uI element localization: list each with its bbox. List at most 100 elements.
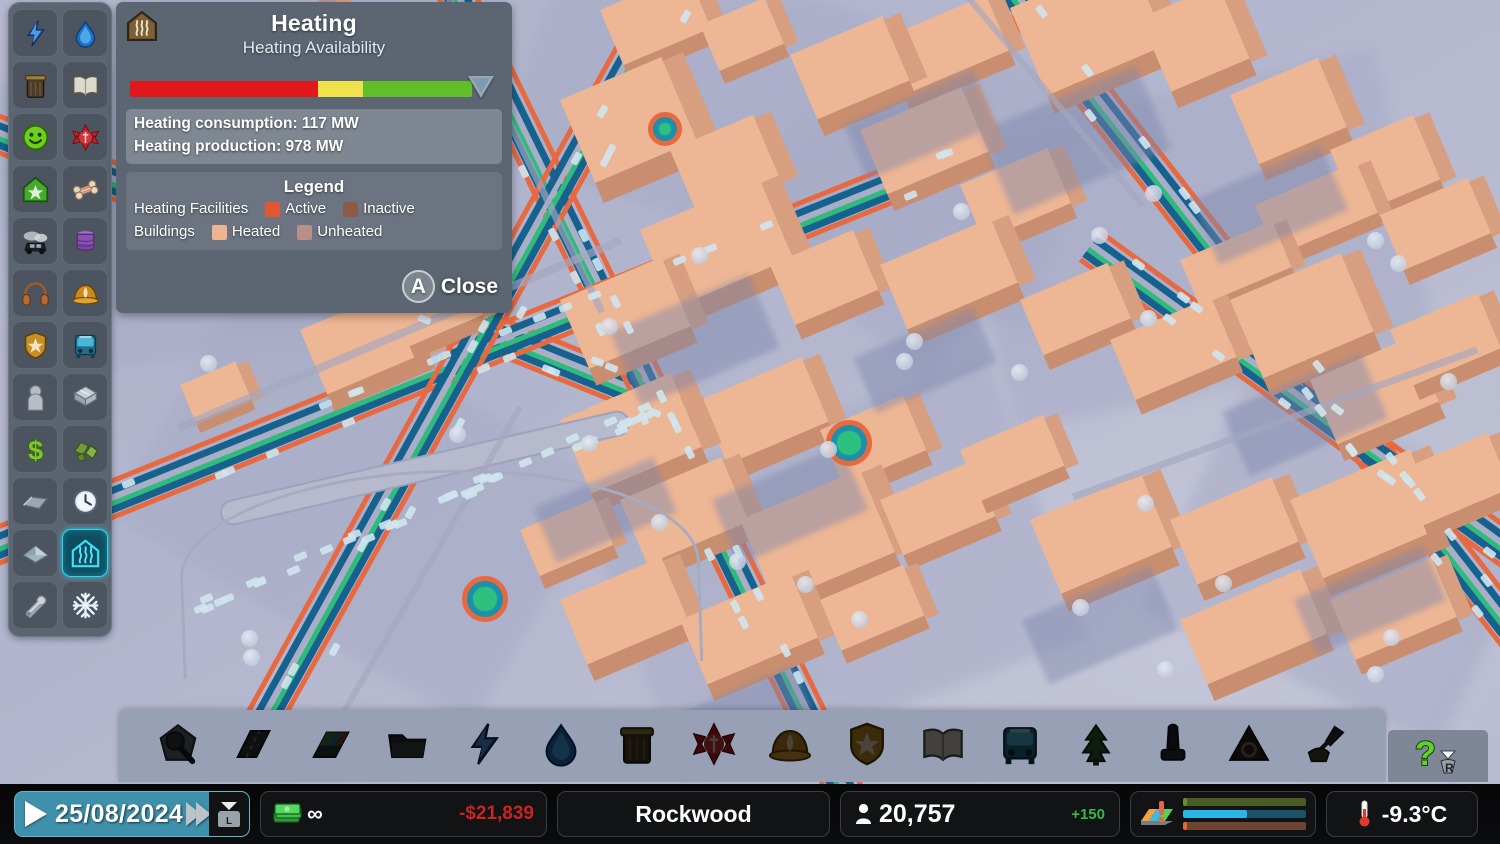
open-book-icon [920,721,966,772]
heating-house-icon [71,539,100,568]
map-tree [449,426,466,443]
infoview-button-terrain[interactable] [12,529,58,577]
infoview-button-natural-resources[interactable] [62,425,108,473]
blocks-icon [71,383,100,412]
money-amount: -$21,839 [459,803,534,825]
lightning-bolt-icon [461,721,507,772]
car-smog-icon [21,227,50,256]
toolbar-button-landscaping[interactable] [148,718,208,774]
road-icon [232,721,278,772]
toolbar-button-roads[interactable] [225,718,285,774]
heating-stats-box: Heating consumption: 117 MW Heating prod… [126,109,502,164]
infoview-button-noise-pollution[interactable] [12,269,58,317]
money-panel[interactable]: ∞ -$21,839 [260,791,547,837]
toolbar-button-areas[interactable] [378,718,438,774]
infoview-sidebar[interactable]: $ [8,2,112,637]
lightning-bolt-icon [21,19,50,48]
infoview-button-attractiveness[interactable] [12,165,58,213]
demand-bar-fill [1183,822,1187,830]
triangle-monument-icon [1226,721,1272,772]
legend-label-unheated: Unheated [317,221,382,244]
terrain-icon [21,539,50,568]
infoview-button-efficiency[interactable] [62,477,108,525]
toolbar-button-communications[interactable] [1143,718,1203,774]
legend-swatch-active [265,202,280,217]
infoview-button-healthcare[interactable] [62,113,108,161]
toolbar-button-police[interactable] [837,718,897,774]
infoview-button-ground-pollution[interactable] [62,217,108,265]
toolbar-button-garbage[interactable] [607,718,667,774]
date-time-panel[interactable]: 25/08/2024 L [14,791,250,837]
infoview-button-deathcare[interactable] [62,165,108,213]
demand-bar-commercial [1183,810,1306,818]
infoview-button-garbage[interactable] [12,61,58,109]
stat-production: Heating production: 978 MW [134,136,494,158]
stat-consumption: Heating consumption: 117 MW [134,113,494,135]
toolbar-button-education[interactable] [913,718,973,774]
infoview-button-zones[interactable] [12,477,58,525]
toolbar-button-water-sewage[interactable] [531,718,591,774]
fire-helmet-icon [767,721,813,772]
population-delta: +150 [1071,806,1105,823]
infoview-button-public-transport[interactable] [62,321,108,369]
heating-network-node[interactable] [648,112,682,146]
infoview-button-education[interactable] [62,61,108,109]
toolbar-button-zoning[interactable] [301,718,361,774]
legend-row-facilities: Heating Facilities Active Inactive [134,198,494,221]
toolbar-button-landscaping-tools[interactable] [1296,718,1356,774]
infoview-button-levels[interactable] [62,373,108,421]
water-drop-icon [538,721,584,772]
areas-folder-icon [385,721,431,772]
close-label: Close [441,275,498,299]
map-tree [820,441,837,458]
population-panel[interactable]: 20,757 +150 [840,791,1120,837]
map-tree [200,355,217,372]
gradient-segment-1 [318,81,362,97]
infoview-button-land-value[interactable]: $ [12,425,58,473]
map-tree [581,435,598,452]
infoview-button-heating[interactable] [62,529,108,577]
smiley-face-icon [21,123,50,152]
person-icon [21,383,50,412]
legend-swatch-unheated [297,225,312,240]
demand-panel[interactable] [1130,791,1316,837]
main-toolbar[interactable] [118,710,1386,782]
map-tree [896,353,913,370]
temperature-value: -9.3°C [1382,801,1447,828]
infoview-button-water[interactable] [62,9,108,57]
population-count: 20,757 [879,800,955,829]
toolbar-button-healthcare[interactable] [684,718,744,774]
toolbar-button-transportation[interactable] [990,718,1050,774]
help-button[interactable]: ? R [1388,730,1488,782]
map-tree [243,649,260,666]
infoview-button-electricity[interactable] [12,9,58,57]
infoview-button-workplaces[interactable] [12,373,58,421]
map-tree [906,333,923,350]
toolbar-button-parks-recreation[interactable] [1066,718,1126,774]
toolbar-button-electricity[interactable] [454,718,514,774]
shovel-icon [1303,721,1349,772]
map-tree [1383,629,1400,646]
map-tree [1011,364,1028,381]
toolbar-button-fire-rescue[interactable] [760,718,820,774]
infoview-button-police[interactable] [12,321,58,369]
demand-bar-residential [1183,798,1306,806]
infoview-button-maintenance[interactable] [12,581,58,629]
heating-house-icon [126,11,158,41]
play-icon[interactable] [25,801,47,827]
city-name-panel[interactable]: Rockwood [557,791,830,837]
person-icon [855,803,872,825]
snowflake-icon [71,591,100,620]
infoview-button-pollution[interactable] [12,217,58,265]
infoview-button-happiness[interactable] [12,113,58,161]
infoview-button-snow-cover[interactable] [62,581,108,629]
legend-label-inactive: Inactive [363,198,415,221]
toolbar-button-signature-buildings[interactable] [1219,718,1279,774]
gradient-segment-2 [363,81,472,97]
infoview-button-fire-rescue[interactable] [62,269,108,317]
gamepad-l-button-icon: L [218,811,240,827]
temperature-panel[interactable]: -9.3°C [1326,791,1478,837]
heating-network-node[interactable] [462,576,508,622]
speed-gamepad-hint-button[interactable]: L [209,792,249,836]
close-button[interactable]: A Close [126,270,502,303]
